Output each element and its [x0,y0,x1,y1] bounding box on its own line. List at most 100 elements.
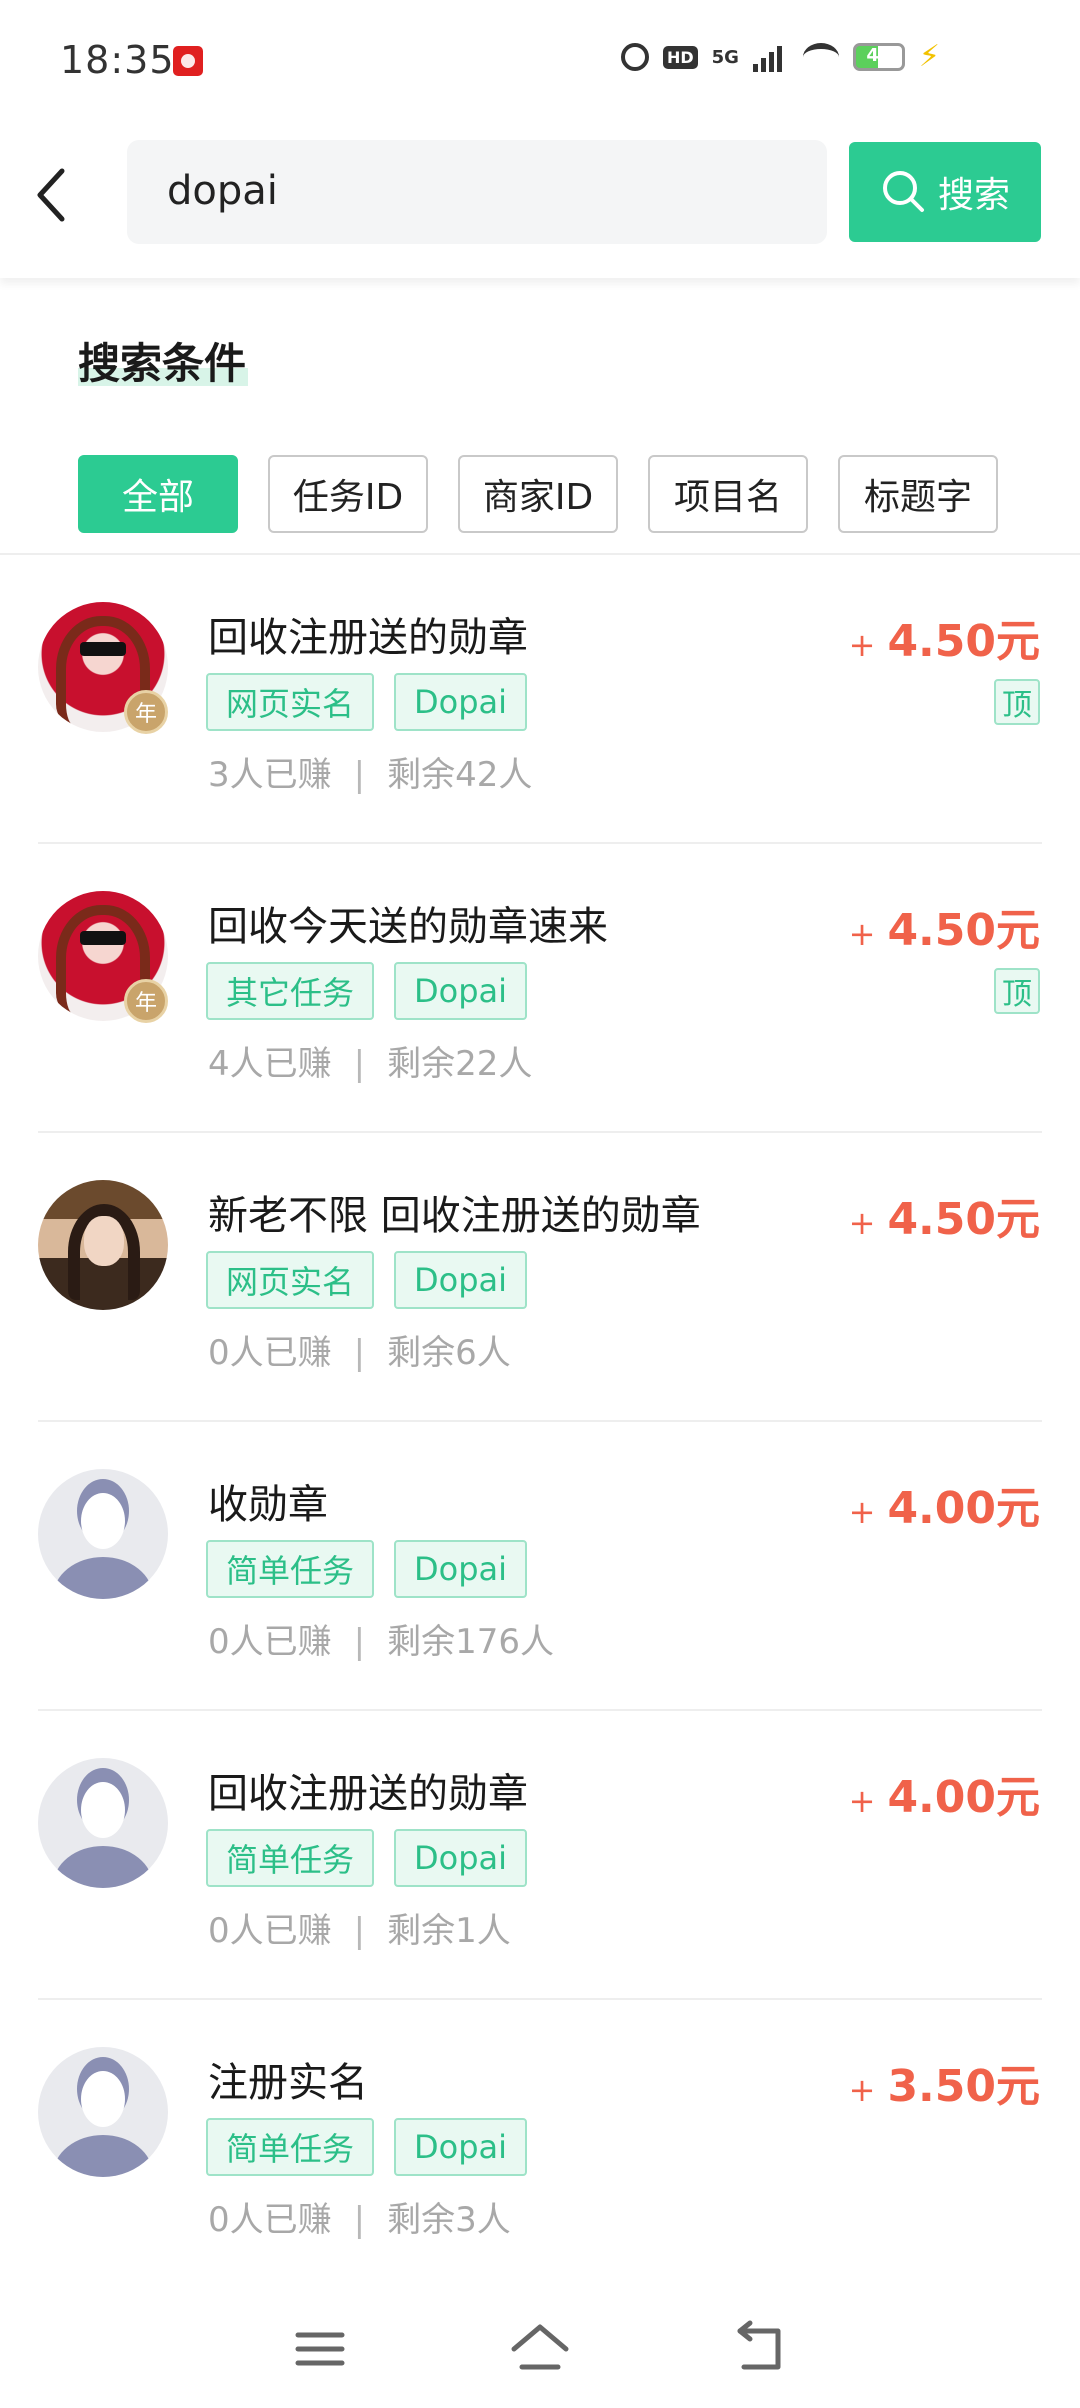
task-type-tag: 简单任务 [206,1540,375,1598]
menu-icon [295,2332,345,2366]
task-item[interactable]: 收勋章 简单任务 Dopai 0人已赚 | 剩余176人 +4.00元 [0,1422,1080,1711]
search-input[interactable]: dopai [127,140,827,244]
task-title: 收勋章 [208,1482,328,1528]
reward-plus: + [848,1204,876,1242]
reward-amount: 4.50元 [887,905,1040,956]
avatar [38,1180,168,1310]
task-title: 新老不限 回收注册送的勋章 [208,1193,701,1239]
default-avatar-icon [38,1469,168,1599]
project-tag: Dopai [394,962,528,1020]
filter-task-id[interactable]: 任务ID [268,455,428,533]
wifi-icon [802,43,839,71]
back-icon [737,2320,781,2370]
filter-project-name[interactable]: 项目名 [648,455,808,533]
task-stats: 0人已赚 | 剩余1人 [208,1903,511,1952]
app-notification-icon [173,46,203,76]
network-label: 5G [711,46,739,68]
status-bar: 18:35 HD 5G 48 ⚡ [0,0,1080,124]
earned-count: 0人已赚 [208,1622,332,1662]
signal-icon [752,42,789,72]
reward-plus: + [848,1782,876,1820]
year-badge: 年 [124,979,168,1023]
battery-level: 48 [866,45,892,66]
reward-amount: 4.00元 [887,1772,1040,1823]
task-tags: 简单任务 Dopai [206,2118,528,2176]
earned-count: 3人已赚 [208,755,332,795]
earned-count: 0人已赚 [208,1911,332,1951]
task-type-tag: 其它任务 [206,962,375,1020]
task-reward: +4.50元 [849,1183,1040,1247]
reward-amount: 3.50元 [887,2061,1040,2112]
task-type-tag: 网页实名 [206,1251,375,1309]
task-stats: 4人已赚 | 剩余22人 [208,1036,532,1085]
project-tag: Dopai [394,1829,528,1887]
task-tags: 网页实名 Dopai [206,673,528,731]
pinned-badge: 顶 [994,968,1040,1014]
remaining-count: 剩余3人 [387,2200,511,2240]
task-reward: +3.50元 [849,2050,1040,2114]
filter-all[interactable]: 全部 [78,455,238,533]
status-icons: HD 5G 48 ⚡ [620,39,940,74]
reward-amount: 4.50元 [887,616,1040,667]
task-item[interactable]: 年 回收今天送的勋章速来 其它任务 Dopai 4人已赚 | 剩余22人 +4.50… [0,844,1080,1133]
project-tag: Dopai [394,1540,528,1598]
stats-separator: | [353,755,366,795]
task-title: 回收注册送的勋章 [208,615,528,661]
task-title: 回收注册送的勋章 [208,1771,528,1817]
home-button[interactable] [510,2319,570,2379]
charging-icon: ⚡ [918,39,940,74]
task-stats: 3人已赚 | 剩余42人 [208,747,532,796]
year-badge: 年 [124,690,168,734]
task-item[interactable]: 新老不限 回收注册送的勋章 网页实名 Dopai 0人已赚 | 剩余6人 +4.50… [0,1133,1080,1422]
chevron-left-icon [37,168,65,222]
task-title: 回收今天送的勋章速来 [208,904,608,950]
task-tags: 简单任务 Dopai [206,1540,528,1598]
reward-plus: + [848,1493,876,1531]
remaining-count: 剩余42人 [387,755,533,795]
reward-amount: 4.00元 [887,1483,1040,1534]
battery-icon: 48 [852,43,905,71]
remaining-count: 剩余176人 [387,1622,555,1662]
remaining-count: 剩余22人 [387,1044,533,1084]
filter-title-keyword[interactable]: 标题字 [838,455,998,533]
home-icon [511,2324,569,2370]
menu-button[interactable] [290,2319,350,2379]
back-button[interactable] [28,162,76,228]
task-stats: 0人已赚 | 剩余3人 [208,2192,511,2241]
reward-plus: + [848,915,876,953]
reward-amount: 4.50元 [887,1194,1040,1245]
earned-count: 4人已赚 [208,1044,332,1084]
remaining-count: 剩余6人 [387,1333,511,1373]
remaining-count: 剩余1人 [387,1911,511,1951]
reward-plus: + [848,2071,876,2109]
search-conditions-title: 搜索条件 [78,339,247,388]
stats-separator: | [353,2200,366,2240]
search-button[interactable]: 搜索 [849,142,1041,242]
task-reward: +4.50元 [849,894,1040,958]
task-item[interactable]: 回收注册送的勋章 简单任务 Dopai 0人已赚 | 剩余1人 +4.00元 [0,1711,1080,2000]
stats-separator: | [353,1333,366,1373]
task-item[interactable]: 年 回收注册送的勋章 网页实名 Dopai 3人已赚 | 剩余42人 +4.50元 … [0,555,1080,844]
filter-chips: 全部 任务ID 商家ID 项目名 标题字 [78,455,998,533]
task-item[interactable]: 注册实名 简单任务 Dopai 0人已赚 | 剩余3人 +3.50元 [0,2000,1080,2289]
pinned-badge: 顶 [994,679,1040,725]
task-tags: 简单任务 Dopai [206,1829,528,1887]
search-conditions-heading: 搜索条件 [78,330,248,391]
stats-separator: | [353,1911,366,1951]
default-avatar-icon [38,2047,168,2177]
earned-count: 0人已赚 [208,1333,332,1373]
search-icon [882,171,924,212]
search-header: dopai 搜索 [0,124,1080,278]
task-type-tag: 简单任务 [206,1829,375,1887]
project-tag: Dopai [394,1251,528,1309]
system-nav-bar [0,2290,1080,2408]
back-nav-button[interactable] [730,2319,790,2379]
earned-count: 0人已赚 [208,2200,332,2240]
task-stats: 0人已赚 | 剩余176人 [208,1614,554,1663]
filter-merchant-id[interactable]: 商家ID [458,455,618,533]
search-button-label: 搜索 [937,175,1010,216]
task-tags: 网页实名 Dopai [206,1251,528,1309]
default-avatar-icon [38,1758,168,1888]
task-list: 年 回收注册送的勋章 网页实名 Dopai 3人已赚 | 剩余42人 +4.50元 … [0,555,1080,2289]
task-tags: 其它任务 Dopai [206,962,528,1020]
